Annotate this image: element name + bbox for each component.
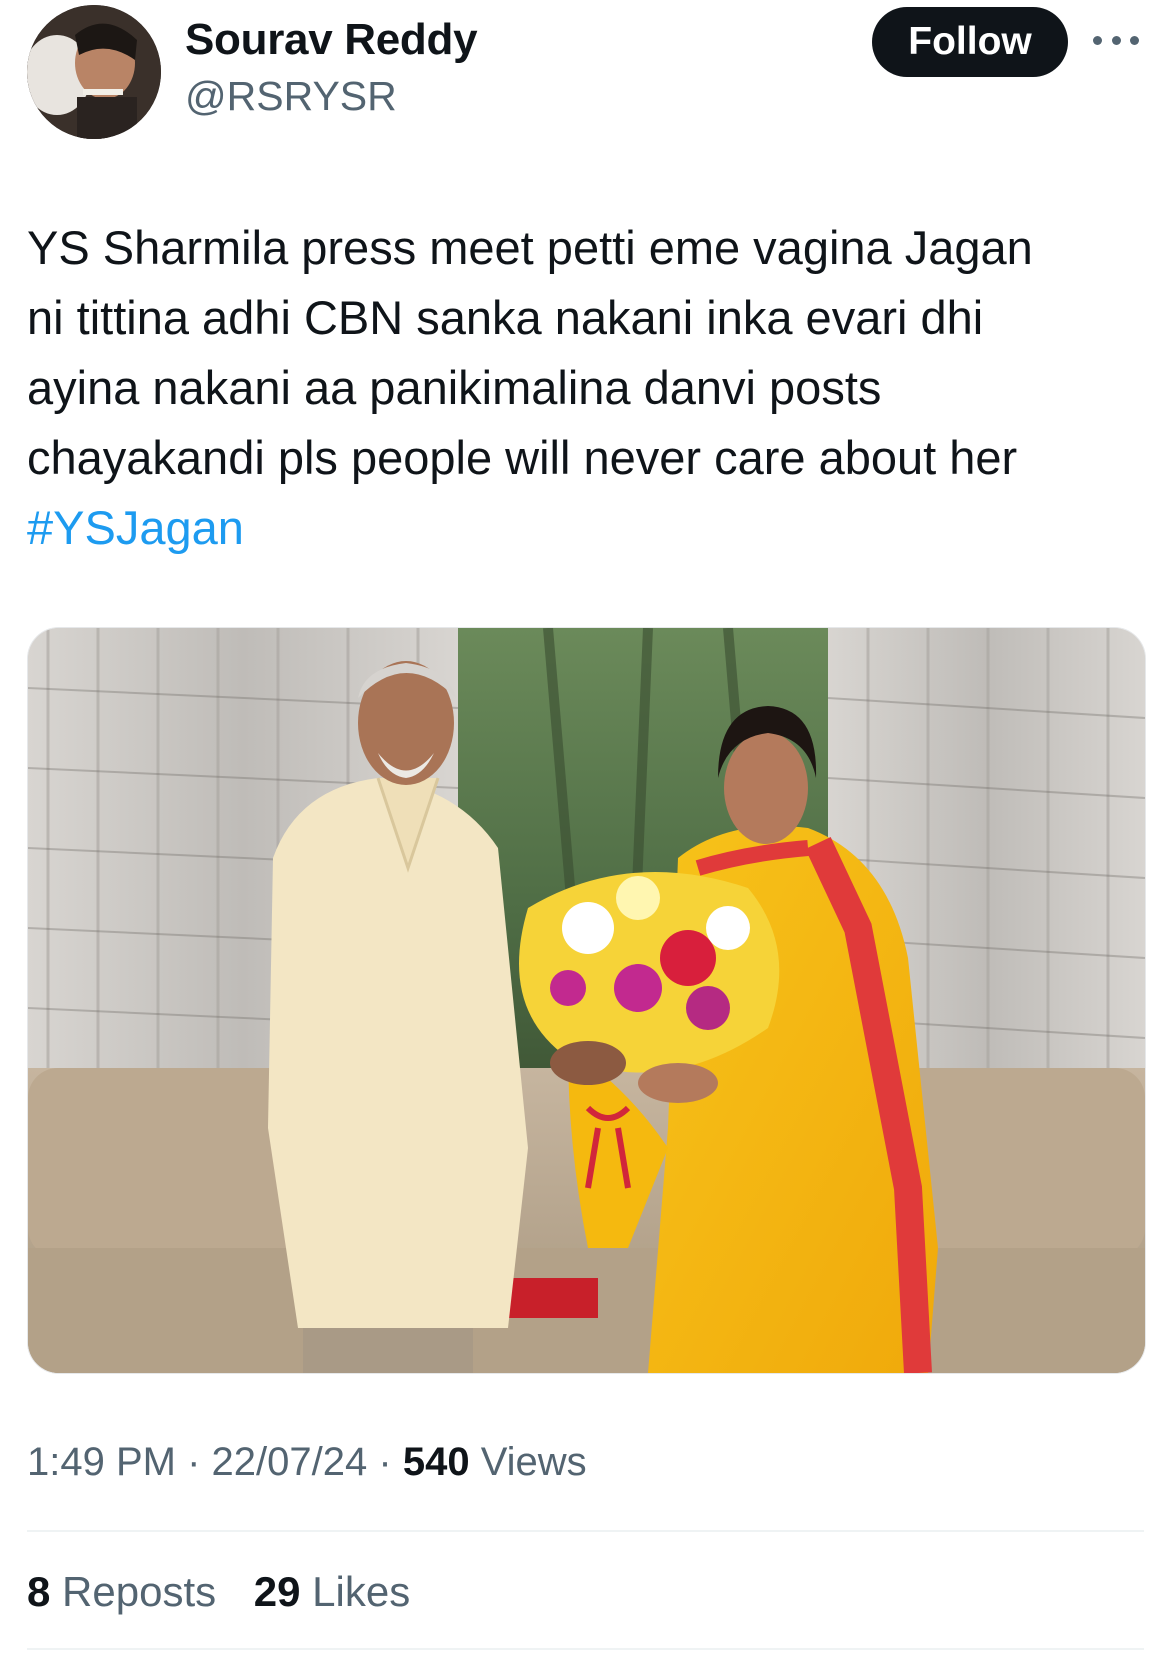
divider xyxy=(27,1648,1144,1650)
tweet-line: ni tittina adhi CBN sanka nakani inka ev… xyxy=(27,291,984,344)
tweet-line: YS Sharmila press meet petti eme vagina … xyxy=(27,221,1033,274)
likes-stat[interactable]: 29 Likes xyxy=(254,1568,410,1615)
views-label: Views xyxy=(480,1440,587,1484)
likes-label: Likes xyxy=(312,1568,411,1615)
user-handle[interactable]: @RSRYSR xyxy=(185,73,397,120)
more-options-icon[interactable] xyxy=(1093,26,1139,54)
reposts-stat[interactable]: 8 Reposts xyxy=(27,1568,228,1615)
engagement-stats: 8 Reposts 29 Likes xyxy=(27,1568,436,1616)
tweet-line: chayakandi pls people will never care ab… xyxy=(27,431,1018,484)
likes-count: 29 xyxy=(253,1568,301,1615)
tweet-photo[interactable] xyxy=(27,627,1146,1374)
tweet-text: YS Sharmila press meet petti eme vagina … xyxy=(27,213,1147,563)
meta-separator: · xyxy=(378,1440,392,1484)
views-count[interactable]: 540 xyxy=(403,1440,470,1484)
dot xyxy=(1130,35,1139,45)
divider xyxy=(27,1530,1144,1532)
meta-separator: · xyxy=(187,1440,201,1484)
avatar[interactable] xyxy=(27,5,161,139)
display-name[interactable]: Sourav Reddy xyxy=(185,15,478,65)
tweet-time[interactable]: 1:49 PM xyxy=(27,1440,176,1484)
reposts-label: Reposts xyxy=(62,1568,217,1615)
dot xyxy=(1111,35,1121,45)
tweet-meta: 1:49 PM · 22/07/24 · 540 Views xyxy=(27,1440,587,1485)
follow-button[interactable]: Follow xyxy=(872,7,1068,77)
hashtag-link[interactable]: #YSJagan xyxy=(27,493,1147,563)
reposts-count: 8 xyxy=(27,1568,51,1615)
dot xyxy=(1093,35,1102,45)
tweet-date[interactable]: 22/07/24 xyxy=(212,1440,368,1484)
tweet-line: ayina nakani aa panikimalina danvi posts xyxy=(27,361,882,414)
